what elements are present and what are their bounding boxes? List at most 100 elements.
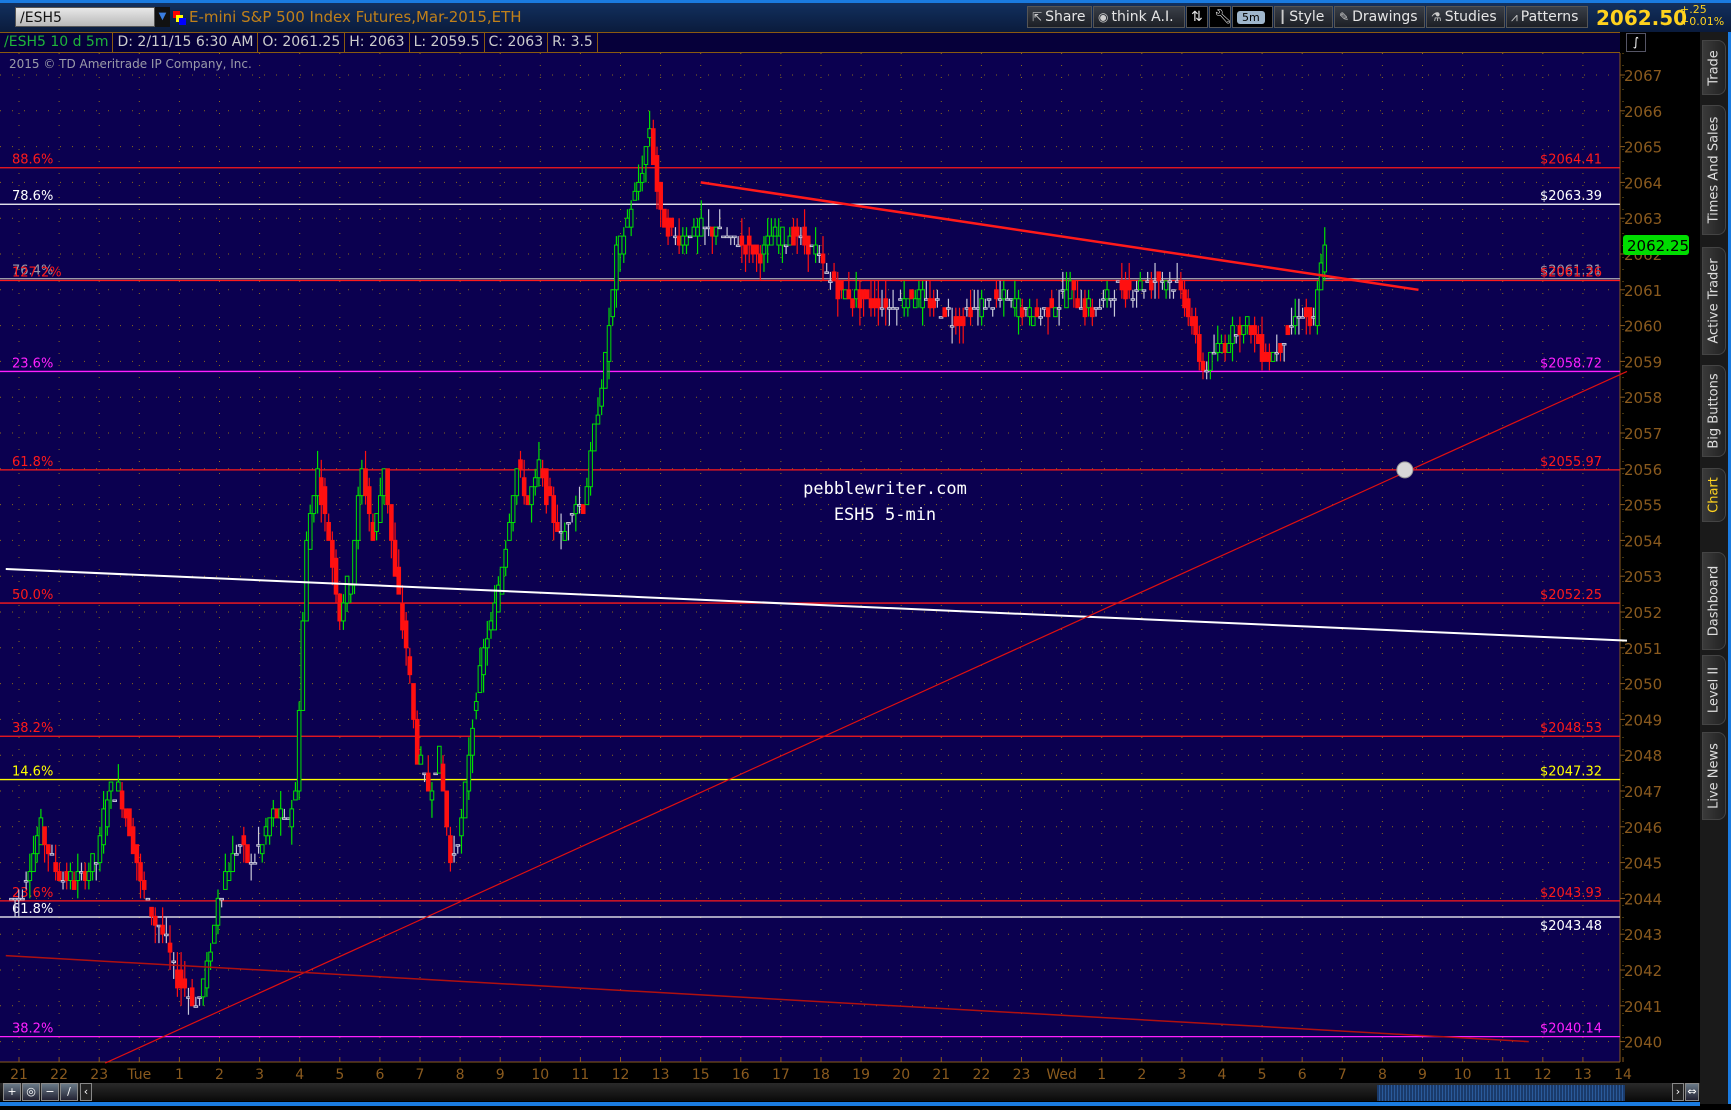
candle-body <box>1067 280 1073 300</box>
tab-label: Live News <box>1706 743 1722 809</box>
x-tick-label: 9 <box>496 1067 505 1083</box>
zoom-fit-button[interactable]: ◎ <box>22 1083 40 1101</box>
current-price-label: 2062.25 <box>1627 237 1689 255</box>
tab-big-buttons[interactable]: Big Buttons <box>1702 365 1726 457</box>
candle-body <box>1230 325 1235 345</box>
fib-level-right-label: $2047.32 <box>1540 765 1602 780</box>
share-button[interactable]: ⇱ Share <box>1027 6 1092 28</box>
expand-button[interactable]: ⇔ <box>1685 1083 1699 1101</box>
pencil-icon: ✎ <box>1339 10 1350 24</box>
symbol-dropdown-icon[interactable]: ▼ <box>155 7 170 27</box>
candle-body <box>53 862 58 873</box>
candle-body <box>1222 343 1228 353</box>
style-button[interactable]: ┃ Style <box>1274 6 1333 28</box>
scroll-left-button[interactable]: ‹ <box>80 1083 92 1101</box>
link-color-icon[interactable] <box>173 11 186 25</box>
candle-body <box>333 557 339 595</box>
candle-body <box>1226 343 1232 353</box>
candle-body <box>204 960 210 989</box>
tab-level-ii[interactable]: Level II <box>1702 655 1726 725</box>
x-tick-label: 22 <box>50 1067 68 1083</box>
candle-body <box>931 298 936 309</box>
candle-body <box>857 289 863 309</box>
candle-body <box>595 414 601 425</box>
candle-body <box>868 298 874 309</box>
candle-body <box>953 316 959 327</box>
tab-label: Times And Sales <box>1706 116 1722 224</box>
x-tick-label: 6 <box>1298 1067 1307 1083</box>
chart-style-icon[interactable]: ∫ <box>1626 33 1646 52</box>
candle-body <box>669 217 675 228</box>
candle-body <box>1322 244 1328 273</box>
candle-body <box>791 226 796 246</box>
candle-body <box>864 289 870 300</box>
y-tick-label: 2049 <box>1624 711 1662 729</box>
candle-body <box>359 468 365 497</box>
think-ai-button[interactable]: ◉ think A.I. <box>1093 6 1185 28</box>
candle-body <box>1019 307 1025 318</box>
candle-body <box>208 951 213 962</box>
candle-body <box>1311 316 1316 319</box>
candle-body <box>625 217 630 228</box>
symbol-input[interactable]: /ESH5 <box>15 7 155 27</box>
tab-dashboard[interactable]: Dashboard <box>1702 552 1726 650</box>
tab-active-trader[interactable]: Active Trader <box>1702 247 1726 355</box>
candle-body <box>1160 280 1165 283</box>
candle-body <box>558 530 564 534</box>
x-tick-label: 9 <box>1418 1067 1427 1083</box>
price-chart[interactable]: 2040204120422043204420452046204720482049… <box>0 0 1700 1083</box>
y-tick-label: 2052 <box>1624 604 1662 622</box>
candle-body <box>1263 351 1269 362</box>
candle-body <box>569 513 575 516</box>
tab-times-and-sales[interactable]: Times And Sales <box>1702 105 1726 235</box>
tab-trade[interactable]: Trade <box>1702 40 1726 95</box>
tab-live-news[interactable]: Live News <box>1702 732 1726 820</box>
candle-body <box>418 754 424 765</box>
candle-body <box>1078 307 1084 310</box>
share-icon: ⇱ <box>1032 10 1043 24</box>
candle-body <box>584 486 590 506</box>
chart-symbol[interactable]: /ESH5 10 d 5m <box>0 33 114 52</box>
tab-chart[interactable]: Chart <box>1702 468 1726 522</box>
x-tick-label: 11 <box>571 1067 589 1083</box>
studies-button[interactable]: ⚗ Studies <box>1426 6 1505 28</box>
y-tick-label: 2047 <box>1624 783 1662 801</box>
candle-body <box>134 844 140 864</box>
candle-body <box>473 701 479 711</box>
candle-body <box>385 468 390 506</box>
drawings-button[interactable]: ✎ Drawings <box>1334 6 1425 28</box>
candle-body <box>746 235 752 246</box>
patterns-button[interactable]: ⩘ Patterns <box>1506 6 1588 28</box>
x-tick-label: 15 <box>692 1067 710 1083</box>
candle-body <box>994 289 999 300</box>
scroll-right-button[interactable]: › <box>1672 1083 1684 1101</box>
candle-body <box>536 459 542 479</box>
settings-button[interactable]: 🔧︎ <box>1209 6 1232 28</box>
fib-level-left-label: 50.0% <box>12 588 53 603</box>
candle-body <box>551 495 556 523</box>
timeframe-button[interactable]: 5m <box>1232 6 1273 28</box>
candle-body <box>366 486 372 515</box>
candle-body <box>532 477 538 488</box>
x-tick-label: 20 <box>892 1067 910 1083</box>
fib-level-right-label: $2043.48 <box>1540 919 1602 934</box>
flex-grid-button[interactable]: ⇅ <box>1186 6 1208 28</box>
candle-body <box>112 799 117 802</box>
candle-body <box>721 235 726 239</box>
candle-body <box>1285 325 1291 336</box>
x-tick-label: 19 <box>852 1067 870 1083</box>
candle-body <box>1185 298 1191 318</box>
watermark-site: pebblewriter.com <box>803 479 967 499</box>
zoom-out-button[interactable]: − <box>41 1083 59 1101</box>
candle-body <box>1296 316 1302 319</box>
candle-body <box>691 226 697 237</box>
watermark-symbol: ESH5 5-min <box>833 505 937 525</box>
scrollbar-thumb[interactable] <box>1377 1085 1625 1101</box>
top-toolbar: /ESH5 ▼ E-mini S&P 500 Index Futures,Mar… <box>0 0 1731 32</box>
y-tick-label: 2064 <box>1624 174 1662 192</box>
drawing-tool-button[interactable]: / <box>60 1083 78 1101</box>
zoom-in-button[interactable]: + <box>3 1083 21 1101</box>
fib-level-right-label: $2048.53 <box>1540 721 1602 736</box>
candle-body <box>794 226 800 237</box>
candle-body <box>1101 298 1106 301</box>
